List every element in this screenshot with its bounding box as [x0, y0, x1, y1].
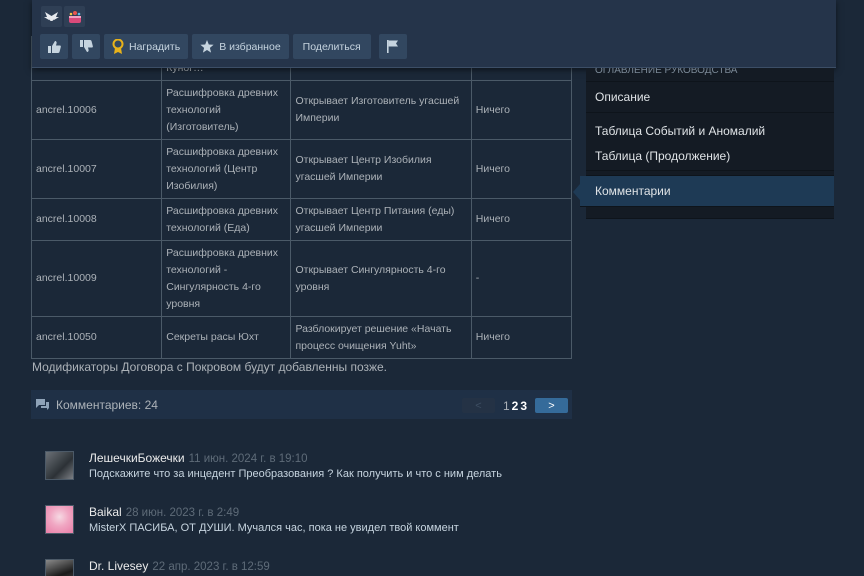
thumbs-down-button[interactable]	[72, 34, 100, 59]
comment-author[interactable]: Baikal	[89, 505, 122, 519]
event-cost-cell: Ничего	[470, 139, 573, 199]
sidebar-item-tables: Таблица Событий и Аномалий Таблица (Прод…	[586, 113, 834, 171]
event-name-cell: Расшифровка древних технологий - Сингуля…	[161, 240, 292, 317]
event-id-cell: ancrel.10007	[30, 139, 163, 199]
page-numbers: 1 2 3	[503, 399, 527, 413]
table-row: ancrel.10006 Расшифровка древних техноло…	[30, 80, 573, 140]
comment-timestamp: 11 июн. 2024 г. в 19:10	[188, 453, 308, 465]
award-wings-icon[interactable]	[41, 6, 62, 27]
event-effect-cell: Открывает Сингулярность 4-го уровня	[290, 240, 472, 317]
event-effect-cell: Открывает Центр Питания (еды) угасшей Им…	[290, 198, 472, 241]
event-name-cell: Секреты расы Юхт	[161, 316, 292, 359]
event-effect-cell: Открывает Изготовитель угасшей Империи	[290, 80, 472, 140]
table-row: ancrel.10050 Секреты расы Юхт Разблокиру…	[30, 316, 573, 359]
comment-text: MisterX ПАСИБА, ОТ ДУШИ. Мучался час, по…	[89, 522, 459, 534]
avatar[interactable]	[45, 505, 74, 534]
share-button[interactable]: Поделиться	[292, 34, 371, 59]
event-name-cell: Расшифровка древних технологий (Еда)	[161, 198, 292, 241]
award-medal-icon	[112, 39, 124, 54]
prev-page-button[interactable]: <	[461, 398, 495, 413]
events-table: Куног… ancrel.10006 Расшифровка древних …	[30, 36, 573, 359]
report-button[interactable]	[378, 34, 407, 59]
thumbs-down-icon	[80, 40, 93, 52]
table-row: ancrel.10008 Расшифровка древних техноло…	[30, 198, 573, 241]
comment-timestamp: 28 июн. 2023 г. в 2:49	[125, 507, 240, 519]
sidebar-item-events-table[interactable]: Таблица Событий и Аномалий	[595, 119, 825, 144]
comment-author[interactable]: ЛешечкиБожечки	[89, 451, 185, 465]
event-name-cell: Расшифровка древних технологий (Центр Из…	[161, 139, 292, 199]
comment-timestamp: 22 апр. 2023 г. в 12:59	[152, 561, 270, 573]
award-button[interactable]: Наградить	[104, 34, 189, 59]
action-buttons: Наградить В избранное Поделиться	[40, 34, 407, 59]
thumbs-up-button[interactable]	[40, 34, 68, 59]
guide-contents-sidebar: ОГЛАВЛЕНИЕ РУКОВОДСТВА Описание Таблица …	[573, 68, 834, 219]
event-cost-cell: Ничего	[470, 80, 573, 140]
received-awards	[41, 6, 85, 27]
favorite-button-label: В избранное	[219, 40, 281, 53]
comment-text: Подскажите что за инцедент Преобразовани…	[89, 468, 502, 480]
award-button-label: Наградить	[129, 40, 181, 53]
sidebar-item-description[interactable]: Описание	[586, 82, 834, 113]
avatar[interactable]	[45, 451, 74, 480]
award-cake-icon[interactable]	[64, 6, 85, 27]
page-link[interactable]: 2	[512, 399, 519, 413]
guide-action-bar: Наградить В избранное Поделиться	[32, 0, 836, 68]
page-link[interactable]: 1	[503, 399, 510, 413]
event-effect-cell: Разблокирует решение «Начать процесс очи…	[290, 316, 472, 359]
comments-count: Комментариев: 24	[56, 397, 158, 412]
page-link[interactable]: 3	[520, 399, 527, 413]
sidebar-item-table-continued[interactable]: Таблица (Продолжение)	[595, 144, 825, 169]
table-row: ancrel.10009 Расшифровка древних техноло…	[30, 240, 573, 317]
sidebar-footer	[586, 207, 834, 219]
table-row: ancrel.10007 Расшифровка древних техноло…	[30, 139, 573, 199]
favorite-button[interactable]: В избранное	[192, 34, 289, 59]
event-cost-cell: Ничего	[470, 316, 573, 359]
comment-bubbles-icon	[36, 398, 49, 410]
event-cost-cell: Ничего	[470, 198, 573, 241]
avatar[interactable]	[45, 559, 74, 576]
comments-header: Комментариев: 24 < 1 2 3 >	[31, 390, 572, 419]
next-page-button[interactable]: >	[535, 398, 568, 413]
comments-pager: < 1 2 3 >	[461, 398, 568, 413]
thumbs-up-icon	[48, 41, 61, 53]
comment-author[interactable]: Dr. Livesey	[89, 559, 148, 573]
event-name-cell: Расшифровка древних технологий (Изготови…	[161, 80, 292, 140]
event-id-cell: ancrel.10050	[30, 316, 163, 359]
event-id-cell: ancrel.10008	[30, 198, 163, 241]
footnote-text: Модификаторы Договора с Покровом будут д…	[32, 360, 388, 374]
sidebar-item-contents: ОГЛАВЛЕНИЕ РУКОВОДСТВА	[586, 68, 834, 82]
flag-icon	[386, 40, 398, 53]
event-cost-cell: -	[470, 240, 573, 317]
event-id-cell: ancrel.10006	[30, 80, 163, 140]
sidebar-item-comments[interactable]: Комментарии	[573, 176, 834, 207]
star-icon	[200, 40, 214, 53]
event-effect-cell: Открывает Центр Изобилия угасшей Империи	[290, 139, 472, 199]
share-button-label: Поделиться	[302, 40, 361, 53]
event-id-cell: ancrel.10009	[30, 240, 163, 317]
